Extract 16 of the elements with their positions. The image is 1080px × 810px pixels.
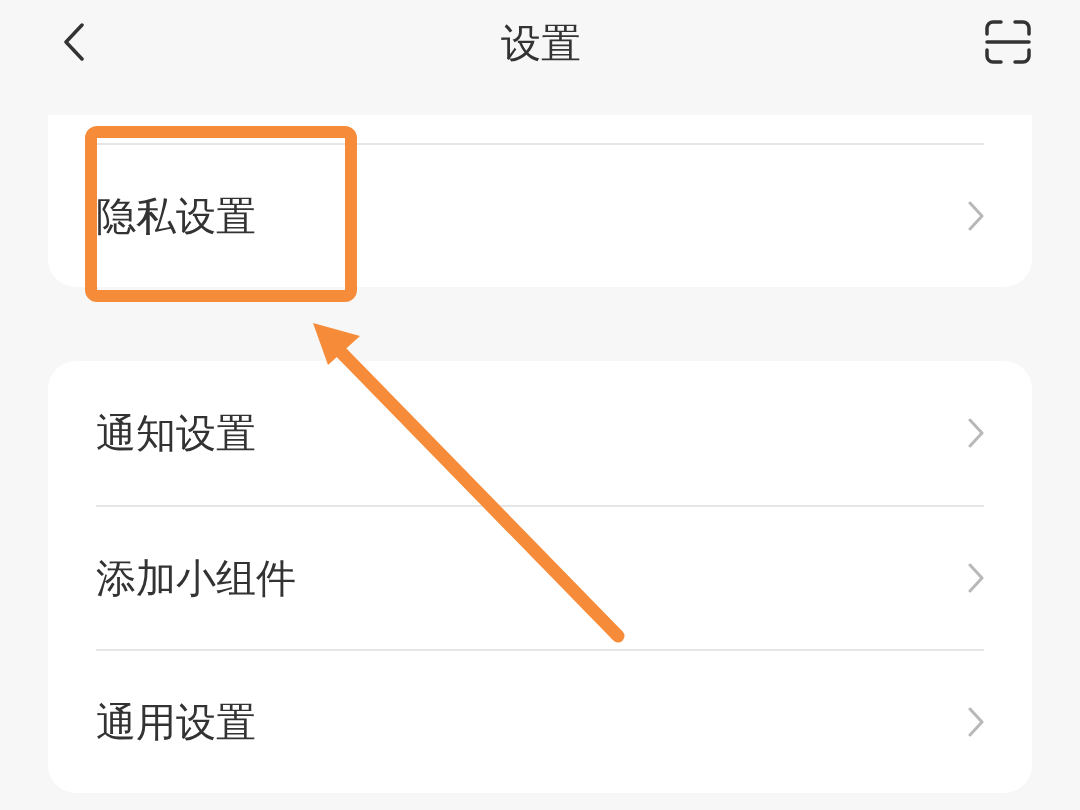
settings-row[interactable]: 通知设置 [96,361,984,505]
settings-label: 添加小组件 [96,553,296,603]
settings-row[interactable]: 通用设置 [96,649,984,793]
scan-button[interactable] [984,18,1032,66]
chevron-right-icon [968,201,984,231]
settings-label: 通知设置 [96,408,256,458]
back-icon [63,23,85,61]
settings-label: 通用设置 [96,697,256,747]
chevron-right-icon [968,418,984,448]
settings-row[interactable]: 隐私设置 [96,143,984,287]
chevron-right-icon [968,707,984,737]
page-title: 设置 [501,19,581,68]
chevron-right-icon [968,563,984,593]
settings-label: 隐私设置 [96,191,256,241]
scan-icon [984,19,1032,65]
settings-row[interactable]: 添加小组件 [96,505,984,649]
